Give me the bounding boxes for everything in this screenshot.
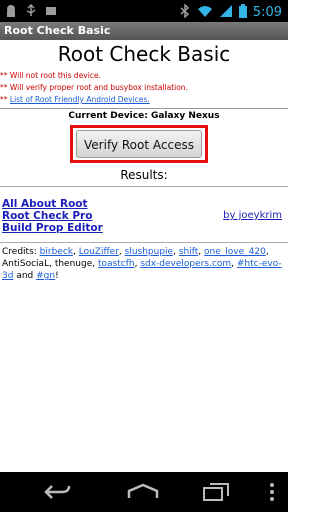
credit-link[interactable]: toastcfh [98, 259, 135, 269]
divider [0, 108, 288, 109]
home-icon[interactable] [126, 483, 160, 505]
credits: Credits: birbeck, LouZiffer, slushpupie,… [2, 247, 282, 281]
note-item: ** List of Root Friendly Android Devices… [0, 95, 150, 104]
signal-icon [219, 3, 233, 22]
credit-link[interactable]: shift [179, 247, 198, 257]
clock: 5:09 [252, 5, 282, 20]
verify-root-button[interactable]: Verify Root Access [76, 130, 202, 158]
notes-list: ** Will not root this device. ** Will ve… [0, 70, 188, 106]
build-prop-editor-link[interactable]: Build Prop Editor [2, 222, 103, 234]
current-device-label: Current Device: Galaxy Nexus [68, 111, 220, 121]
divider [0, 186, 288, 187]
credit-link[interactable]: #gn [36, 271, 55, 281]
bluetooth-icon [179, 3, 191, 22]
main-content: Root Check Basic ** Will not root this d… [0, 40, 288, 472]
back-icon[interactable] [42, 482, 72, 506]
note-item: ** Will not root this device. [0, 71, 101, 80]
nav-bar [0, 472, 288, 512]
page-title: Root Check Basic [57, 42, 231, 66]
credit-link[interactable]: one_love_420 [204, 247, 266, 257]
usb-icon [24, 3, 38, 22]
credit-link[interactable]: birbeck [40, 247, 73, 257]
credit-link[interactable]: slushpupie [125, 247, 173, 257]
credit-link[interactable]: sdx-developers.com [140, 259, 231, 269]
wifi-icon [197, 3, 213, 22]
note-item: ** Will verify proper root and busybox i… [0, 83, 188, 92]
results-label: Results: [120, 168, 168, 182]
credit-link[interactable]: LouZiffer [79, 247, 119, 257]
divider [0, 242, 288, 243]
recent-apps-icon[interactable] [202, 482, 230, 506]
app-title-bar: Root Check Basic [0, 22, 288, 40]
root-friendly-devices-link[interactable]: List of Root Friendly Android Devices. [10, 95, 150, 104]
root-check-pro-link[interactable]: Root Check Pro [2, 210, 92, 222]
notification-icon [44, 3, 58, 22]
android-debug-icon [4, 3, 18, 22]
status-bar: 5:09 [0, 0, 288, 22]
menu-icon[interactable] [268, 482, 276, 506]
all-about-root-link[interactable]: All About Root [2, 198, 88, 210]
author-link[interactable]: by joeykrim [223, 210, 282, 221]
battery-icon [238, 3, 247, 22]
